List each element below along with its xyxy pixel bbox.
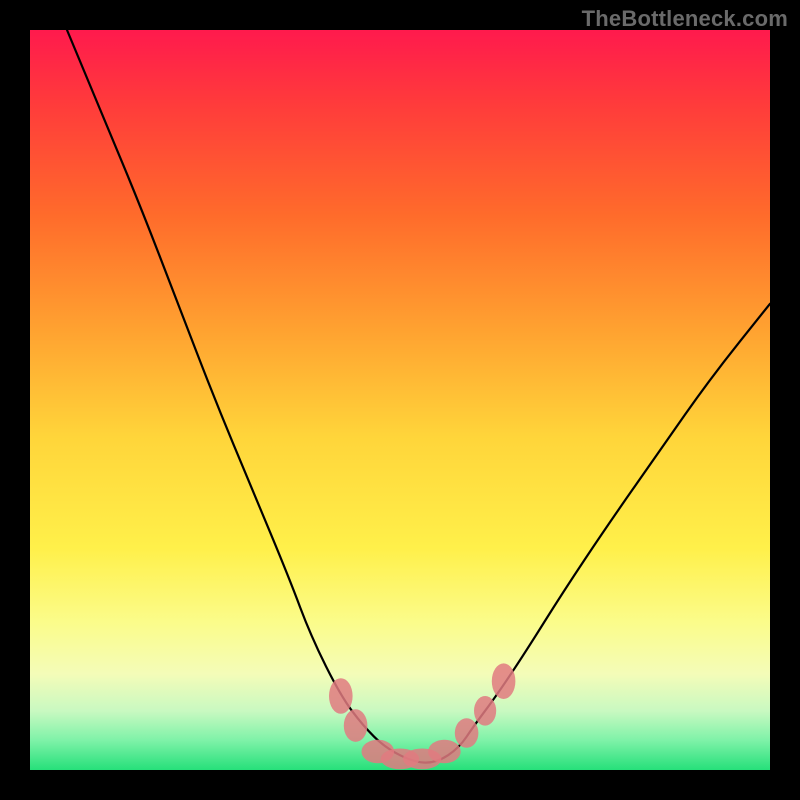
curve-marker: [455, 718, 479, 748]
curve-marker: [474, 696, 496, 726]
curve-path: [67, 30, 770, 763]
curve-markers: [329, 663, 515, 769]
curve-marker: [428, 740, 461, 764]
curve-marker: [329, 678, 353, 714]
plot-area: [30, 30, 770, 770]
curve-marker: [344, 709, 368, 742]
chart-frame: TheBottleneck.com: [0, 0, 800, 800]
curve-marker: [492, 663, 516, 699]
bottleneck-curve: [67, 30, 770, 763]
chart-svg: [30, 30, 770, 770]
watermark-text: TheBottleneck.com: [582, 6, 788, 32]
